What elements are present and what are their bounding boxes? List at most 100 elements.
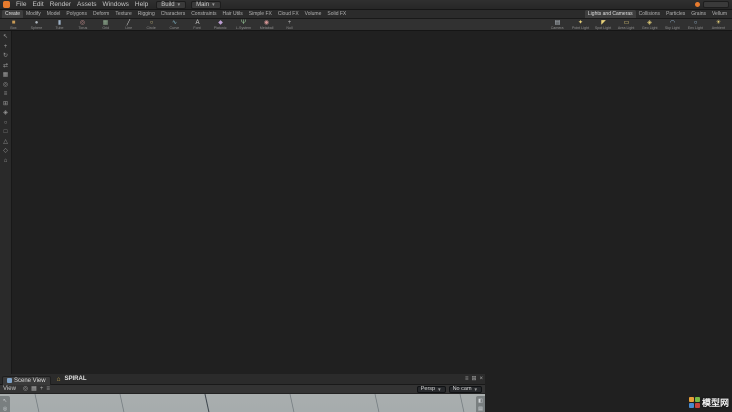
viewport-tools: ◎ ▦ + ≡ xyxy=(23,386,50,392)
geo-light-tool[interactable]: ◈ Geo Light xyxy=(638,19,661,31)
menu-list: File Edit Render Assets Windows Help xyxy=(13,1,151,8)
shelf-tab[interactable]: Simple FX xyxy=(246,10,275,18)
shelf-tab[interactable]: Create xyxy=(2,10,24,18)
shelf-tab[interactable]: Volume xyxy=(302,10,325,18)
add-tool[interactable]: + xyxy=(4,44,8,50)
label: Hair Utils xyxy=(222,11,243,17)
shelf-tab[interactable]: Collisions xyxy=(636,10,663,18)
watermark-text: 模型网 xyxy=(701,398,729,408)
torus-tool[interactable]: ◎ Torus xyxy=(71,19,94,31)
label: Simple FX xyxy=(248,11,272,17)
viewport-display-icon[interactable]: ▤ xyxy=(478,407,483,412)
shelf-tabs-right: Lights and Cameras Collisions Particles Gra… xyxy=(584,10,730,18)
metaball-tool[interactable]: ◉ Metaball xyxy=(255,19,278,31)
env-light-tool[interactable]: ○ Env Light xyxy=(684,19,707,31)
shelf-tab[interactable]: Deform xyxy=(90,10,112,18)
menu[interactable]: File xyxy=(13,1,29,8)
viewport-tool-icon[interactable]: ▦ xyxy=(31,386,37,392)
label: Camera xyxy=(551,24,564,30)
label: Curve xyxy=(169,24,180,30)
shelf-tab[interactable]: Cloud FX xyxy=(275,10,302,18)
viewport-toolbar: View ◎ ▦ + ≡ Persp ▼ No cam ▼ xyxy=(0,385,485,394)
box-tool[interactable]: ■ Box xyxy=(2,19,25,31)
viewport-side-tool-icon[interactable]: ↖ xyxy=(3,399,7,404)
null-tool[interactable]: + Null xyxy=(278,19,301,31)
network-path[interactable]: SPIRAL xyxy=(65,376,87,382)
ambient-light-tool[interactable]: ☀ Ambient xyxy=(707,19,730,31)
desktop-selector[interactable]: Build ▼ xyxy=(156,0,187,9)
shelf-tab[interactable]: Model xyxy=(44,10,64,18)
plus-grid[interactable]: ⊞ xyxy=(3,101,8,107)
menu[interactable]: Edit xyxy=(29,1,46,8)
camera-select-button[interactable]: No cam ▼ xyxy=(448,385,482,393)
gem-tool[interactable]: ◇ xyxy=(3,148,8,154)
shelf-tab[interactable]: Modify xyxy=(23,10,44,18)
viewport-tool-icon[interactable]: ◎ xyxy=(23,386,28,392)
viewport-tool-icon[interactable]: + xyxy=(40,386,44,392)
label: Env Light xyxy=(687,24,704,30)
menu[interactable]: Render xyxy=(47,1,74,8)
menu[interactable]: Assets xyxy=(74,1,100,8)
pane-control-icon[interactable]: ≡ xyxy=(465,376,469,382)
shelf-tab[interactable]: Texture xyxy=(112,10,134,18)
viewport-display-icon[interactable]: ◧ xyxy=(478,399,483,404)
platonic-tool[interactable]: ◆ Platonic xyxy=(209,19,232,31)
home-tool[interactable]: ⌂ xyxy=(4,158,8,164)
sky-light-tool[interactable]: ◠ Sky Light xyxy=(661,19,684,31)
viewport-tool-icon[interactable]: ≡ xyxy=(46,386,50,392)
shelf-tab[interactable]: Solid FX xyxy=(324,10,349,18)
triangle-tool[interactable]: △ xyxy=(3,139,8,145)
shelf-tab[interactable]: Lights and Cameras xyxy=(584,10,636,18)
grid-tool[interactable]: ▦ Grid xyxy=(94,19,117,31)
viewport-axis-lines xyxy=(204,394,210,412)
home-icon[interactable]: ⌂ xyxy=(57,376,61,383)
shelf-tab[interactable]: Characters xyxy=(158,10,188,18)
circle-tool[interactable]: ○ xyxy=(4,120,8,126)
grid-snap[interactable]: ▦ xyxy=(3,72,9,78)
rotate-tool[interactable]: ↻ xyxy=(3,53,8,59)
tab-scene-view[interactable]: Scene View xyxy=(2,375,51,385)
perspective-view-button[interactable]: Persp ▼ xyxy=(416,385,446,393)
tube-tool[interactable]: ▮ Tube xyxy=(48,19,71,31)
shelf-tab[interactable]: Rigging xyxy=(135,10,158,18)
shelf-tab[interactable]: Polygons xyxy=(63,10,90,18)
menu[interactable]: Windows xyxy=(100,1,132,8)
pane-control-icon[interactable]: × xyxy=(479,376,483,382)
square-tool[interactable]: □ xyxy=(4,129,8,135)
shelf-tab[interactable]: Constraints xyxy=(188,10,219,18)
shelf-tab[interactable]: Particles xyxy=(663,10,688,18)
shelf-tab[interactable]: Vellum xyxy=(709,10,730,18)
shelf-tool-bar: ■ Box ● Sphere ▮ Tube ◎ Torus ▦ Grid ╱ Line ○ Circle ∿… xyxy=(0,19,732,31)
label: Spot Light xyxy=(595,24,612,30)
shelf-tab[interactable]: Hair Utils xyxy=(219,10,245,18)
menubar-right-button[interactable] xyxy=(703,1,729,8)
shelf-tab[interactable]: Grains xyxy=(688,10,709,18)
view-menu[interactable]: View xyxy=(3,386,16,392)
pane-control-icon[interactable]: ⊞ xyxy=(471,376,476,382)
menu[interactable]: Help xyxy=(132,1,151,8)
label: Geo Light xyxy=(641,24,658,30)
font-tool[interactable]: A Font xyxy=(186,19,209,31)
target-snap[interactable]: ◎ xyxy=(3,82,8,88)
area-light-tool[interactable]: ▭ Area Light xyxy=(615,19,638,31)
sphere-tool[interactable]: ● Sphere xyxy=(25,19,48,31)
curve-tool[interactable]: ∿ Curve xyxy=(163,19,186,31)
swap-tool[interactable]: ⇄ xyxy=(3,63,8,69)
label: Point Light xyxy=(571,24,590,30)
lsystem-tool[interactable]: Ψ L-System xyxy=(232,19,255,31)
point-light-tool[interactable]: ✦ Point Light xyxy=(569,19,592,31)
camera-tool[interactable]: ▤ Camera xyxy=(546,19,569,31)
label: Tube xyxy=(55,24,64,30)
select-tool[interactable]: ↖ xyxy=(3,34,8,40)
line-tool[interactable]: ╱ Line xyxy=(117,19,140,31)
viewport-side-tool-icon[interactable]: ◎ xyxy=(3,407,7,412)
chevron-down-icon: ▼ xyxy=(176,2,182,7)
watermark-logo-square xyxy=(694,403,700,408)
spot-light-tool[interactable]: ◤ Spot Light xyxy=(592,19,615,31)
label: Particles xyxy=(666,11,686,17)
viewport-canvas[interactable]: ↖◎+⇄▦○□◈≡△ ◧▤◫▣◻▥▨◍○□▵◼ xyxy=(0,394,485,412)
diamond-tool[interactable]: ◈ xyxy=(3,110,8,116)
shelfset-selector[interactable]: Main ▼ xyxy=(191,0,221,9)
circle-tool[interactable]: ○ Circle xyxy=(140,19,163,31)
list-tool[interactable]: ≡ xyxy=(4,91,8,97)
